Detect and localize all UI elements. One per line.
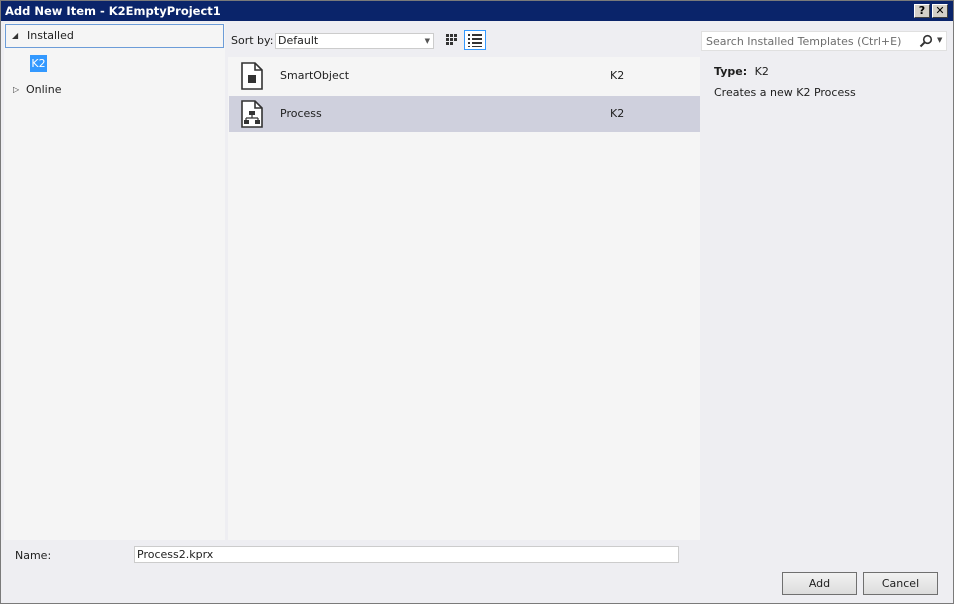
type-row: Type: K2 [714,65,769,78]
details-pane: Type: K2 Creates a new K2 Process [701,57,951,540]
sort-dropdown[interactable]: Default ▼ [275,33,434,49]
grid-view-icon [446,34,457,45]
list-view-icon [468,34,482,47]
medium-icons-view-button[interactable] [440,30,462,50]
chevron-down-icon: ▼ [424,37,430,45]
title-bar: Add New Item - K2EmptyProject1 ? ✕ [1,1,953,21]
tree-label-installed: Installed [27,29,74,42]
template-tree: ◢ Installed K2 ▷ Online [4,23,225,540]
list-item-smartobject[interactable]: SmartObject K2 [229,58,700,94]
footer: Name: Process2.kprx Add Cancel [1,541,953,603]
process-file-icon [241,100,263,128]
add-button[interactable]: Add [782,572,857,595]
expanded-triangle-icon[interactable]: ◢ [12,25,18,47]
search-placeholder: Search Installed Templates (Ctrl+E) [706,35,902,48]
item-name: SmartObject [280,69,350,82]
tree-item-installed[interactable]: ◢ Installed [5,24,224,48]
search-box[interactable]: Search Installed Templates (Ctrl+E) ▼ [701,31,947,51]
item-category: K2 [610,69,625,82]
list-toolbar: Sort by: Default ▼ [228,23,700,57]
name-field[interactable]: Process2.kprx [134,546,679,563]
type-value: K2 [754,65,769,78]
item-description: Creates a new K2 Process [714,86,856,99]
type-label: Type: [714,65,748,78]
window-title: Add New Item - K2EmptyProject1 [5,4,221,18]
sort-value: Default [278,34,319,47]
tree-label-online: Online [26,83,62,96]
help-button[interactable]: ? [914,4,930,18]
item-name: Process [280,107,322,120]
template-list: SmartObject K2 Process K2 [228,57,700,540]
cancel-button[interactable]: Cancel [863,572,938,595]
tree-item-k2[interactable]: K2 [30,55,47,72]
item-category: K2 [610,107,625,120]
tree-item-online[interactable]: ▷ Online [4,79,223,103]
name-label: Name: [15,549,52,562]
collapsed-triangle-icon[interactable]: ▷ [13,79,19,101]
smartobject-file-icon [241,62,263,90]
add-new-item-dialog: Add New Item - K2EmptyProject1 ? ✕ ◢ Ins… [0,0,954,604]
search-icon[interactable] [919,34,933,48]
details-view-button[interactable] [464,30,486,50]
list-item-process[interactable]: Process K2 [229,96,700,132]
close-button[interactable]: ✕ [932,4,948,18]
sort-label: Sort by: [231,34,274,47]
search-options-chevron-icon[interactable]: ▼ [937,36,942,44]
